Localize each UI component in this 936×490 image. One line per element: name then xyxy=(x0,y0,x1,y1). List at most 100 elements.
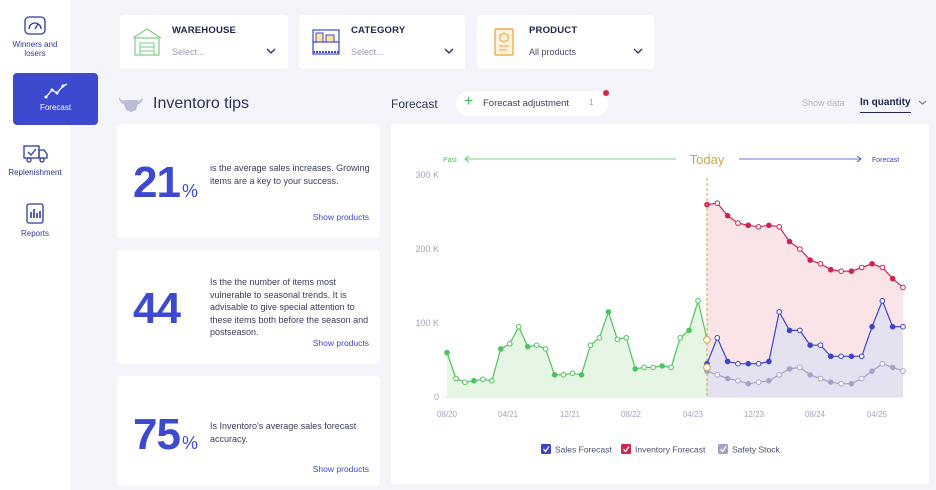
category-value: Select... xyxy=(351,47,384,57)
safety-stock-point xyxy=(869,368,875,374)
notification-dot xyxy=(603,90,609,96)
inventory-forecast-point xyxy=(714,200,721,206)
tips-title: Inventoro tips xyxy=(153,95,250,112)
show-products-link[interactable]: Show products xyxy=(313,212,369,222)
nav-label: Replenishment xyxy=(8,168,62,177)
legend-swatch xyxy=(718,444,728,454)
today-label: Today xyxy=(690,152,725,167)
trend-line-icon xyxy=(44,83,67,99)
chart-svg: 0 100 K 200 K 300 K 08/20 04/21 12/21 08/22 04/2… xyxy=(415,152,906,455)
inventory-forecast-point xyxy=(755,224,762,230)
warehouse-filter[interactable]: WAREHOUSE Select... xyxy=(120,15,288,69)
sales-history-point xyxy=(542,346,549,352)
sales-forecast-point xyxy=(827,353,834,360)
forecast-chart: 0 100 K 200 K 300 K 08/20 04/21 12/21 08/22 04/2… xyxy=(391,124,929,484)
sales-forecast-point xyxy=(838,353,844,360)
safety-stock-point xyxy=(755,379,762,386)
sales-forecast-point xyxy=(766,358,772,365)
past-label: Past xyxy=(443,157,457,164)
report-icon xyxy=(26,203,44,224)
sales-history-point xyxy=(632,366,639,372)
y-tick-label: 300 K xyxy=(415,170,439,180)
sales-history-point xyxy=(659,363,665,369)
sales-forecast-point xyxy=(797,327,803,334)
sales-history-point xyxy=(668,364,674,371)
legend-label: Safety Stock xyxy=(732,445,780,455)
inventory-forecast-point xyxy=(848,268,855,274)
warehouse-icon xyxy=(132,28,162,56)
inventory-forecast-point xyxy=(817,261,824,267)
sales-forecast-point xyxy=(735,360,741,367)
inventory-forecast-point xyxy=(724,212,731,219)
sales-forecast-point xyxy=(745,360,752,367)
tip-number: 44 xyxy=(133,284,181,333)
x-tick-label: 04/25 xyxy=(867,410,888,419)
inventory-forecast-point xyxy=(786,238,793,245)
nav-reports[interactable]: Reports xyxy=(0,202,70,238)
sales-history-point xyxy=(462,379,468,386)
forecast-adjustment-button[interactable]: + Forecast adjustment 1 xyxy=(456,90,609,116)
inventory-forecast-point xyxy=(838,268,844,274)
plus-icon: + xyxy=(464,93,474,110)
sales-forecast-point xyxy=(858,353,865,360)
inventory-forecast-point xyxy=(797,246,803,252)
chevron-down-icon[interactable] xyxy=(918,99,927,106)
product-label: PRODUCT xyxy=(529,25,578,36)
adjustment-count: 1 xyxy=(589,98,594,107)
sales-forecast-point xyxy=(879,298,886,304)
legend-swatch xyxy=(541,444,551,454)
sales-history-point xyxy=(578,372,585,378)
warehouse-value: Select... xyxy=(172,47,205,57)
tip-text: Is Inventoro's average sales forecast ac… xyxy=(210,421,357,444)
product-value: All products xyxy=(529,47,577,57)
forecast-title: Forecast xyxy=(391,97,438,111)
sales-history-point xyxy=(605,309,612,315)
x-tick-label: 08/22 xyxy=(621,410,642,419)
show-products-link[interactable]: Show products xyxy=(313,338,369,348)
sales-history-area xyxy=(447,300,707,397)
x-tick-label: 12/21 xyxy=(560,410,581,419)
safety-stock-point xyxy=(817,375,824,382)
warehouse-label: WAREHOUSE xyxy=(172,25,237,36)
x-tick-label: 08/24 xyxy=(805,410,826,419)
legend-label: Inventory Forecast xyxy=(635,445,706,455)
tip-card: 44 Is the the number of items most vulne… xyxy=(117,250,380,364)
safety-stock-point xyxy=(900,368,906,374)
product-filter[interactable]: PRODUCT All products xyxy=(477,15,654,69)
sales-forecast-point xyxy=(869,323,875,330)
show-data-label: Show data xyxy=(802,98,845,108)
forecast-label: Forecast xyxy=(872,157,899,164)
tip-card: 75% Is Inventoro's average sales forecas… xyxy=(117,376,380,486)
inventory-forecast-point xyxy=(869,261,875,267)
legend-swatch xyxy=(621,444,631,454)
nav-replenishment[interactable]: Replenishment xyxy=(0,143,70,177)
sales-history-point xyxy=(480,376,486,383)
tip-number: 75% xyxy=(133,410,198,459)
nav-winners-and-losers[interactable]: Winners and losers xyxy=(0,15,70,58)
nav-label: Reports xyxy=(20,229,49,238)
inventory-forecast-point xyxy=(889,275,896,282)
show-products-link[interactable]: Show products xyxy=(313,464,369,474)
shelves-icon xyxy=(312,29,340,55)
tip-card: 21% is the average sales increases. Grow… xyxy=(117,124,380,238)
inventory-forecast-point xyxy=(766,222,772,229)
safety-stock-point xyxy=(745,380,752,387)
safety-stock-point xyxy=(827,379,834,386)
safety-stock-point xyxy=(766,377,772,384)
show-data-select[interactable]: In quantity xyxy=(860,97,911,113)
safety-stock-point xyxy=(735,377,741,384)
x-tick-label: 08/20 xyxy=(437,410,458,419)
category-filter[interactable]: CATEGORY Select... xyxy=(299,15,465,69)
sales-history-point xyxy=(497,346,504,352)
safety-stock-point xyxy=(776,372,783,378)
sales-history-point xyxy=(444,349,450,356)
sales-forecast-point xyxy=(776,309,783,315)
speedometer-icon xyxy=(24,16,46,35)
category-label: CATEGORY xyxy=(351,25,406,36)
legend-label: Sales Forecast xyxy=(555,445,612,455)
inventory-forecast-point xyxy=(776,224,783,230)
inventory-forecast-point xyxy=(735,220,741,226)
nav-forecast[interactable]: Forecast xyxy=(13,73,98,125)
safety-stock-point xyxy=(786,366,793,372)
sales-history-point xyxy=(569,370,576,377)
